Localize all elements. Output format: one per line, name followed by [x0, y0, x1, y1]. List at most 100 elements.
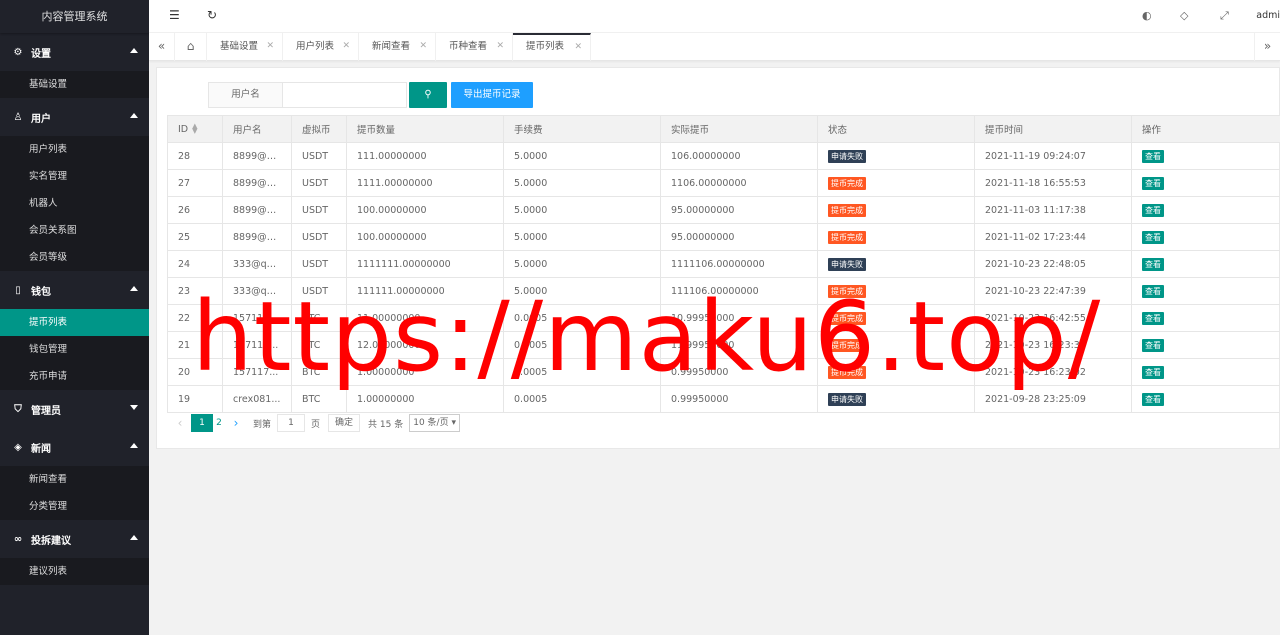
view-button[interactable]: 查看: [1142, 149, 1164, 163]
chevron-up-icon: [130, 443, 138, 448]
page-unit-label: 页: [311, 419, 321, 430]
sidebar-item-suggestion-list[interactable]: 建议列表: [0, 558, 149, 585]
sidebar-item-withdraw-list[interactable]: 提币列表: [0, 309, 149, 336]
cell-fee: 5.0000: [503, 142, 661, 170]
total-count: 共 15 条: [368, 419, 404, 430]
sidebar: 内容管理系统 ⚙ 设置 基础设置 ♙ 用户 用户列表 实名管理 机器人 会员关系…: [0, 0, 149, 635]
close-icon[interactable]: ✕: [266, 33, 274, 60]
view-button[interactable]: 查看: [1142, 338, 1164, 352]
cell-status: 提币完成: [817, 169, 975, 197]
home-icon[interactable]: ⌂: [175, 33, 207, 61]
cell-action: 查看: [1131, 304, 1280, 332]
close-icon[interactable]: ✕: [496, 33, 504, 60]
nav-head-admin[interactable]: ⛉ 管理员: [0, 390, 149, 428]
view-button[interactable]: 查看: [1142, 311, 1164, 325]
sidebar-item-robot[interactable]: 机器人: [0, 190, 149, 217]
close-icon[interactable]: ✕: [342, 33, 350, 60]
page-size-select[interactable]: 10 条/页 ▾: [409, 414, 460, 432]
nav-head-wallet[interactable]: ▯ 钱包: [0, 271, 149, 309]
prev-page-icon[interactable]: ‹: [169, 416, 191, 430]
sidebar-item-real-name[interactable]: 实名管理: [0, 163, 149, 190]
tab-withdraw-list[interactable]: 提币列表 ✕: [513, 33, 591, 61]
nav-head-news[interactable]: ◈ 新闻: [0, 428, 149, 466]
cell-actual: 95.00000000: [660, 196, 818, 224]
fullscreen-icon[interactable]: ⤢: [1220, 9, 1229, 23]
cell-action: 查看: [1131, 385, 1280, 413]
nav-head-users[interactable]: ♙ 用户: [0, 98, 149, 136]
goto-page-input[interactable]: 1: [277, 414, 306, 432]
view-button[interactable]: 查看: [1142, 176, 1164, 190]
cell-status: 提币完成: [817, 196, 975, 224]
tab-scroll-right-icon[interactable]: »: [1254, 33, 1280, 61]
sidebar-item-member-level[interactable]: 会员等级: [0, 244, 149, 271]
sidebar-item-category-manage[interactable]: 分类管理: [0, 493, 149, 520]
tab-user-list[interactable]: 用户列表 ✕: [283, 33, 359, 61]
cell-status: 申请失败: [817, 142, 975, 170]
nav-head-label: 用户: [31, 113, 51, 125]
username-search-input[interactable]: [282, 82, 407, 108]
nav-sub-feedback: 建议列表: [0, 558, 149, 585]
sidebar-item-deposit-request[interactable]: 充币申请: [0, 363, 149, 390]
tab-label: 币种查看: [449, 41, 488, 52]
nav-head-label: 投拆建议: [31, 535, 71, 547]
theme-icon[interactable]: ◐: [1142, 9, 1152, 22]
nav-head-feedback[interactable]: ∞ 投拆建议: [0, 520, 149, 558]
cell-user: 8899@qq...: [222, 223, 292, 251]
cell-amount: 111.00000000: [346, 142, 504, 170]
tab-news-view[interactable]: 新闻查看 ✕: [359, 33, 436, 61]
nav-head-settings[interactable]: ⚙ 设置: [0, 33, 149, 71]
view-button[interactable]: 查看: [1142, 365, 1164, 379]
next-page-icon[interactable]: ›: [225, 416, 247, 430]
sidebar-item-wallet-manage[interactable]: 钱包管理: [0, 336, 149, 363]
cell-action: 查看: [1131, 169, 1280, 197]
link-icon: ∞: [13, 533, 23, 545]
cell-id: 24: [167, 250, 223, 278]
cell-coin: USDT: [291, 142, 347, 170]
view-button[interactable]: 查看: [1142, 257, 1164, 271]
status-badge: 申请失败: [828, 257, 866, 271]
close-icon[interactable]: ✕: [419, 33, 427, 60]
close-icon[interactable]: ✕: [574, 35, 582, 59]
view-button[interactable]: 查看: [1142, 392, 1164, 406]
col-header-coin: 虚拟币: [291, 115, 347, 143]
sidebar-item-member-graph[interactable]: 会员关系图: [0, 217, 149, 244]
table-row: 24 333@qq... USDT 1111111.00000000 5.0000 111…: [167, 250, 1280, 278]
pagination: ‹ 1 2 › 到第 1 页 确定 共 15 条 10 条/页 ▾: [169, 413, 460, 433]
cell-user: 8899@qq...: [222, 142, 292, 170]
user-name[interactable]: admi: [1256, 10, 1280, 21]
view-button[interactable]: 查看: [1142, 203, 1164, 217]
col-header-user: 用户名: [222, 115, 292, 143]
export-button[interactable]: 导出提币记录: [451, 82, 533, 108]
cell-action: 查看: [1131, 331, 1280, 359]
tab-label: 基础设置: [220, 41, 259, 52]
view-button[interactable]: 查看: [1142, 284, 1164, 298]
search-button[interactable]: ⚲: [409, 82, 447, 108]
wallet-icon: ▯: [15, 284, 21, 296]
nav-group-news: ◈ 新闻 新闻查看 分类管理: [0, 428, 149, 520]
refresh-icon[interactable]: ↻: [207, 8, 217, 22]
sidebar-item-user-list[interactable]: 用户列表: [0, 136, 149, 163]
menu-toggle-icon[interactable]: ☰: [169, 8, 180, 22]
page-number[interactable]: 2: [213, 418, 225, 428]
col-header-id[interactable]: ID ▲ ▼: [167, 115, 223, 143]
tab-scroll-left-icon[interactable]: «: [149, 33, 175, 61]
col-header-actual: 实际提币: [660, 115, 818, 143]
table-row: 27 8899@qq... USDT 1111.00000000 5.0000 1106.…: [167, 169, 1280, 197]
watermark-text: https://maku6.top/: [192, 281, 1102, 393]
cell-actual: 1106.00000000: [660, 169, 818, 197]
table-row: 25 8899@qq... USDT 100.00000000 5.0000 95.000…: [167, 223, 1280, 251]
sidebar-item-news-view[interactable]: 新闻查看: [0, 466, 149, 493]
chevron-down-icon: [130, 405, 138, 410]
chevron-up-icon: [130, 48, 138, 53]
chevron-up-icon: [130, 113, 138, 118]
goto-confirm-button[interactable]: 确定: [328, 414, 361, 432]
view-button[interactable]: 查看: [1142, 230, 1164, 244]
table-header-row: ID ▲ ▼ 用户名 虚拟币 提币数量 手续费 实际提币 状态 提币时间 操作: [167, 115, 1280, 143]
tag-icon: ◈: [14, 441, 22, 453]
sort-icon[interactable]: ▲ ▼: [192, 123, 197, 135]
sidebar-item-basic-settings[interactable]: 基础设置: [0, 71, 149, 98]
tab-basic-settings[interactable]: 基础设置 ✕: [207, 33, 283, 61]
tab-coin-view[interactable]: 币种查看 ✕: [436, 33, 513, 61]
page-current[interactable]: 1: [191, 414, 213, 432]
tag-icon[interactable]: ◇: [1180, 9, 1188, 22]
